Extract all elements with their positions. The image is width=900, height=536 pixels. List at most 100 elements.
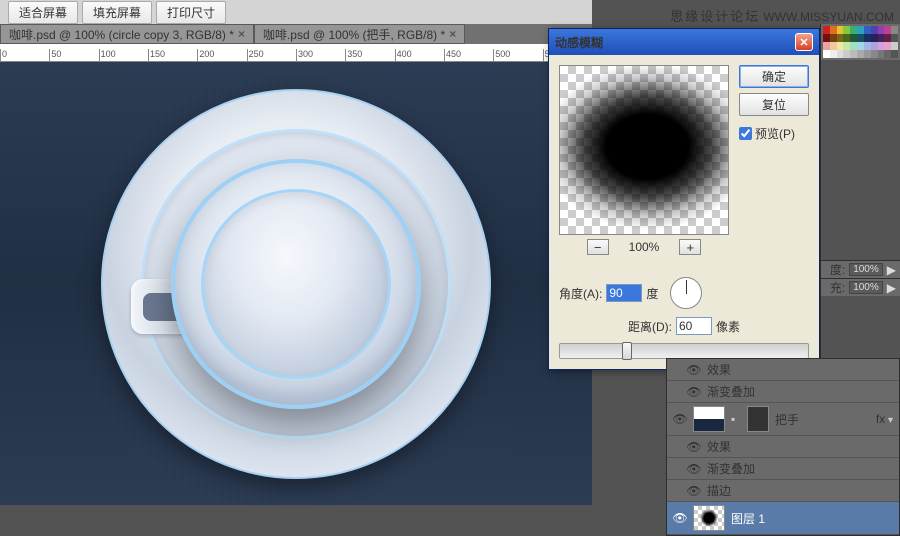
swatch[interactable] — [878, 26, 885, 34]
layer-effect-row[interactable]: 👁 效果 — [667, 436, 899, 458]
cancel-button[interactable]: 复位 — [739, 93, 809, 116]
mask-thumbnail[interactable] — [747, 406, 769, 432]
swatch[interactable] — [830, 50, 837, 58]
swatch[interactable] — [884, 26, 891, 34]
swatch[interactable] — [864, 34, 871, 42]
preview-checkbox-input[interactable] — [739, 127, 752, 140]
layer-name[interactable]: 把手 — [775, 411, 799, 428]
print-size-button[interactable]: 打印尺寸 — [156, 1, 226, 24]
swatch[interactable] — [871, 26, 878, 34]
swatch[interactable] — [871, 50, 878, 58]
layer-thumbnail[interactable] — [693, 505, 725, 531]
close-icon[interactable]: × — [449, 27, 456, 41]
swatch[interactable] — [823, 42, 830, 50]
fit-screen-button[interactable]: 适合屏幕 — [8, 1, 78, 24]
swatch[interactable] — [843, 42, 850, 50]
slider-thumb[interactable] — [622, 342, 632, 360]
distance-slider[interactable] — [559, 343, 809, 359]
swatch[interactable] — [843, 34, 850, 42]
close-button[interactable]: ✕ — [795, 33, 813, 51]
swatch[interactable] — [864, 26, 871, 34]
layer-1-selected[interactable]: 👁 图层 1 — [667, 502, 899, 535]
ok-button[interactable]: 确定 — [739, 65, 809, 88]
swatch[interactable] — [843, 26, 850, 34]
distance-input[interactable] — [676, 317, 712, 335]
swatch[interactable] — [878, 50, 885, 58]
swatch[interactable] — [871, 42, 878, 50]
swatches-panel[interactable] — [821, 24, 900, 60]
close-icon[interactable]: × — [238, 27, 245, 41]
layer-gradient-overlay-row[interactable]: 👁 渐变叠加 — [667, 458, 899, 480]
swatch[interactable] — [850, 26, 857, 34]
swatch[interactable] — [864, 50, 871, 58]
horizontal-ruler: 050100150200250300350400450500550 — [0, 44, 592, 62]
swatch[interactable] — [871, 34, 878, 42]
swatch[interactable] — [857, 42, 864, 50]
visibility-icon[interactable]: 👁 — [687, 462, 701, 476]
swatch[interactable] — [891, 50, 898, 58]
swatch[interactable] — [878, 42, 885, 50]
swatch[interactable] — [878, 34, 885, 42]
fx-badge[interactable]: fx ▾ — [876, 412, 893, 426]
canvas[interactable] — [0, 62, 592, 505]
preview-checkbox[interactable]: 预览(P) — [739, 125, 809, 142]
visibility-icon[interactable]: 👁 — [673, 511, 687, 525]
swatch[interactable] — [830, 34, 837, 42]
swatch[interactable] — [843, 50, 850, 58]
layer-thumbnail[interactable] — [693, 406, 725, 432]
opacity-row[interactable]: 度: 100% ▶ — [821, 260, 900, 278]
swatch[interactable] — [891, 42, 898, 50]
fill-screen-button[interactable]: 填充屏幕 — [82, 1, 152, 24]
angle-input[interactable] — [606, 284, 642, 302]
swatch[interactable] — [830, 26, 837, 34]
layer-handle[interactable]: 👁 ▪ 把手 fx ▾ — [667, 403, 899, 436]
layer-stroke-row[interactable]: 👁 描边 — [667, 480, 899, 502]
swatch[interactable] — [837, 34, 844, 42]
angle-dial[interactable] — [670, 277, 702, 309]
fill-row[interactable]: 充: 100% ▶ — [821, 278, 900, 296]
watermark: 思缘设计论坛 WWW.MISSYUAN.COM — [670, 6, 894, 25]
swatch[interactable] — [837, 42, 844, 50]
swatch[interactable] — [857, 50, 864, 58]
swatch[interactable] — [823, 50, 830, 58]
zoom-in-button[interactable]: + — [679, 239, 701, 255]
dialog-title-text: 动感模糊 — [555, 34, 603, 51]
visibility-icon[interactable]: 👁 — [673, 412, 687, 426]
document-tab-2[interactable]: 咖啡.psd @ 100% (把手, RGB/8) * × — [254, 24, 465, 44]
swatch[interactable] — [864, 42, 871, 50]
link-icon: ▪ — [731, 412, 741, 426]
swatch[interactable] — [850, 42, 857, 50]
swatch[interactable] — [850, 34, 857, 42]
layer-gradient-overlay-row[interactable]: 👁 渐变叠加 — [667, 381, 899, 403]
zoom-out-button[interactable]: − — [587, 239, 609, 255]
visibility-icon[interactable]: 👁 — [687, 385, 701, 399]
document-tab-1[interactable]: 咖啡.psd @ 100% (circle copy 3, RGB/8) * × — [0, 24, 254, 44]
distance-label: 距离(D): — [628, 318, 672, 335]
chevron-right-icon[interactable]: ▶ — [887, 263, 896, 277]
swatch[interactable] — [850, 50, 857, 58]
swatch[interactable] — [837, 50, 844, 58]
visibility-icon[interactable]: 👁 — [687, 363, 701, 377]
swatch[interactable] — [884, 42, 891, 50]
swatch[interactable] — [891, 26, 898, 34]
filter-preview[interactable] — [559, 65, 729, 235]
swatch[interactable] — [830, 42, 837, 50]
layer-name[interactable]: 图层 1 — [731, 510, 765, 527]
angle-unit: 度 — [646, 285, 658, 302]
swatch[interactable] — [884, 50, 891, 58]
layer-effect-row[interactable]: 👁 效果 — [667, 359, 899, 381]
swatch[interactable] — [857, 26, 864, 34]
cup-artwork — [86, 74, 506, 494]
swatch[interactable] — [891, 34, 898, 42]
tab-label: 咖啡.psd @ 100% (circle copy 3, RGB/8) * — [9, 26, 234, 43]
swatch[interactable] — [823, 34, 830, 42]
dialog-titlebar[interactable]: 动感模糊 ✕ — [549, 29, 819, 55]
motion-blur-dialog: 动感模糊 ✕ − 100% + 确定 复位 预览(P) 角度(A): 度 — [548, 28, 820, 370]
swatch[interactable] — [823, 26, 830, 34]
visibility-icon[interactable]: 👁 — [687, 440, 701, 454]
chevron-right-icon[interactable]: ▶ — [887, 281, 896, 295]
swatch[interactable] — [837, 26, 844, 34]
swatch[interactable] — [884, 34, 891, 42]
visibility-icon[interactable]: 👁 — [687, 484, 701, 498]
swatch[interactable] — [857, 34, 864, 42]
